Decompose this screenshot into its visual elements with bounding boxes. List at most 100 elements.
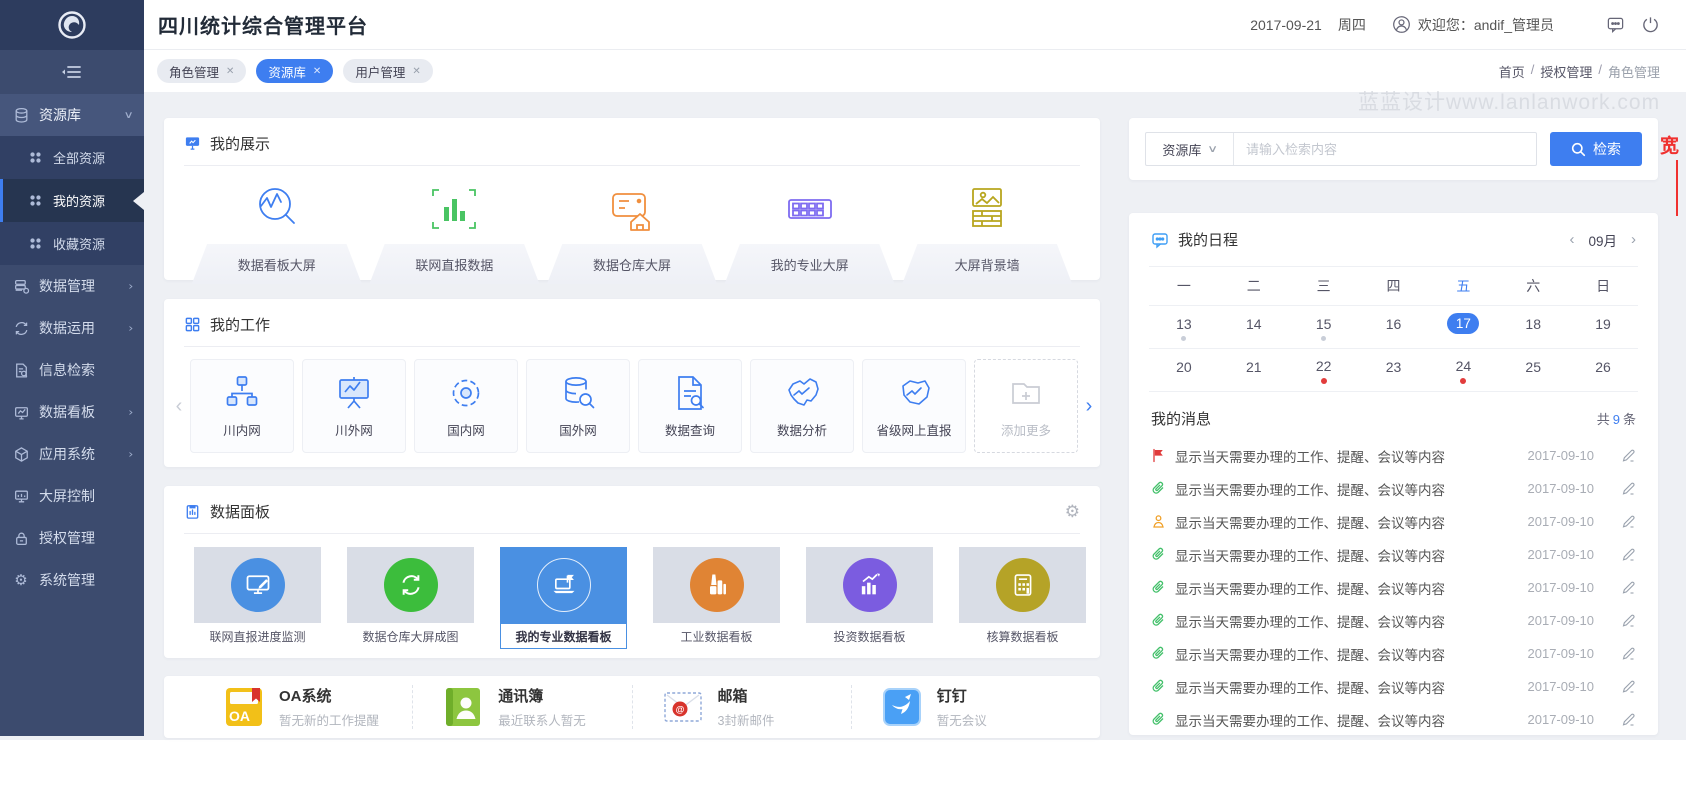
work-item-sichuan-extranet[interactable]: 川外网 bbox=[302, 359, 406, 453]
user-menu[interactable]: 欢迎您：andif_管理员 bbox=[1392, 15, 1554, 35]
prev-month-button[interactable]: ‹ bbox=[1569, 231, 1574, 248]
display-item-screen-background-wall[interactable]: 大屏背景墙 bbox=[898, 180, 1076, 284]
sidebar-item-favorite-resources[interactable]: 收藏资源 bbox=[0, 222, 144, 265]
edit-icon[interactable] bbox=[1621, 712, 1636, 727]
panel-item-industrial-dashboard[interactable]: 工业数据看板 bbox=[653, 547, 780, 649]
edit-icon[interactable] bbox=[1621, 580, 1636, 595]
sidebar-item-application-system[interactable]: 应用系统 › bbox=[0, 433, 144, 475]
panel-item-investment-dashboard[interactable]: 投资数据看板 bbox=[806, 547, 933, 649]
scroll-right-button[interactable]: › bbox=[1082, 395, 1096, 418]
logout-button[interactable] bbox=[1641, 15, 1660, 34]
close-icon[interactable]: ✕ bbox=[226, 66, 234, 77]
sidebar-collapse-button[interactable] bbox=[0, 50, 144, 94]
work-item-data-analysis[interactable]: 数据分析 bbox=[750, 359, 854, 453]
panel-item-accounting-dashboard[interactable]: 核算数据看板 bbox=[959, 547, 1086, 649]
shortcut-dingtalk[interactable]: 钉钉 暂无会议 bbox=[851, 685, 1070, 729]
panel-item-warehouse-screen-mapping[interactable]: 数据仓库大屏成图 bbox=[347, 547, 474, 649]
sidebar-item-my-resources[interactable]: 我的资源 bbox=[0, 179, 144, 222]
shortcuts-card: OA OA系统 暂无新的工作提醒 通讯簿 最近联系人暂无 @ bbox=[164, 676, 1100, 738]
message-item: 显示当天需要办理的工作、提醒、会议等内容 2017-09-10 bbox=[1151, 571, 1636, 604]
china-map-icon bbox=[782, 373, 822, 413]
edit-icon[interactable] bbox=[1621, 448, 1636, 463]
next-month-button[interactable]: › bbox=[1631, 231, 1636, 248]
width-annotation: 宽 bbox=[1660, 131, 1679, 158]
paperclip-icon bbox=[1151, 481, 1166, 496]
org-chart-icon bbox=[222, 373, 262, 413]
calendar-day[interactable]: 16 bbox=[1359, 310, 1429, 344]
database-gear-icon bbox=[12, 277, 30, 295]
edit-icon[interactable] bbox=[1621, 514, 1636, 529]
section-title: 我的日程 bbox=[1178, 229, 1238, 250]
paperclip-icon bbox=[1151, 580, 1166, 595]
paperclip-icon bbox=[1151, 712, 1166, 727]
logo[interactable] bbox=[0, 0, 144, 50]
work-item-data-query[interactable]: 数据查询 bbox=[638, 359, 742, 453]
tab-role-management[interactable]: 角色管理 ✕ bbox=[157, 59, 246, 83]
calendar-day[interactable]: 20 bbox=[1149, 353, 1219, 387]
work-item-add-more[interactable]: 添加更多 bbox=[974, 359, 1078, 453]
panel-item-online-report-monitor[interactable]: 联网直报进度监测 bbox=[194, 547, 321, 649]
calendar-day[interactable]: 25 bbox=[1498, 353, 1568, 387]
breadcrumb-home[interactable]: 首页 bbox=[1499, 62, 1525, 81]
edit-icon[interactable] bbox=[1621, 646, 1636, 661]
search-input[interactable] bbox=[1234, 133, 1536, 165]
display-item-online-report-data[interactable]: 联网直报数据 bbox=[366, 180, 544, 284]
calendar-day[interactable]: 13 bbox=[1149, 310, 1219, 344]
display-item-dashboard-screen[interactable]: 数据看板大屏 bbox=[188, 180, 366, 284]
work-item-domestic-network[interactable]: 国内网 bbox=[414, 359, 518, 453]
sidebar-item-info-retrieval[interactable]: 信息检索 bbox=[0, 349, 144, 391]
calendar-day[interactable]: 14 bbox=[1219, 310, 1289, 344]
calendar-day[interactable]: 23 bbox=[1359, 353, 1429, 387]
edit-icon[interactable] bbox=[1621, 547, 1636, 562]
paperclip-icon bbox=[1151, 547, 1166, 562]
sidebar-item-data-management[interactable]: 数据管理 › bbox=[0, 265, 144, 307]
work-item-provincial-online-report[interactable]: 省级网上直报 bbox=[862, 359, 966, 453]
search-category-select[interactable]: 资源库 ∨ bbox=[1146, 133, 1234, 165]
breadcrumb-authorization[interactable]: 授权管理 bbox=[1540, 62, 1592, 81]
calendar-day[interactable]: 22 bbox=[1289, 353, 1359, 387]
display-item-data-warehouse-screen[interactable]: 数据仓库大屏 bbox=[543, 180, 721, 284]
shortcut-oa-system[interactable]: OA OA系统 暂无新的工作提醒 bbox=[194, 685, 412, 729]
edit-icon[interactable] bbox=[1621, 481, 1636, 496]
calendar-day[interactable]: 21 bbox=[1219, 353, 1289, 387]
messages-count: 共9条 bbox=[1597, 409, 1636, 428]
sidebar-item-all-resources[interactable]: 全部资源 bbox=[0, 136, 144, 179]
person-icon bbox=[1151, 514, 1166, 529]
edit-icon[interactable] bbox=[1621, 679, 1636, 694]
calendar-day[interactable]: 24 bbox=[1428, 353, 1498, 387]
calendar-day[interactable]: 26 bbox=[1568, 353, 1638, 387]
tab-resource-library[interactable]: 资源库 ✕ bbox=[256, 59, 333, 83]
work-item-sichuan-intranet[interactable]: 川内网 bbox=[190, 359, 294, 453]
sidebar-item-data-dashboard[interactable]: 数据看板 › bbox=[0, 391, 144, 433]
scroll-left-button[interactable]: ‹ bbox=[172, 395, 186, 418]
tab-user-management[interactable]: 用户管理 ✕ bbox=[343, 59, 432, 83]
calendar-day[interactable]: 15 bbox=[1289, 310, 1359, 344]
sidebar-item-resource-library[interactable]: 资源库 ∨ bbox=[0, 94, 144, 136]
work-item-foreign-network[interactable]: 国外网 bbox=[526, 359, 630, 453]
sidebar-item-authorization[interactable]: 授权管理 bbox=[0, 517, 144, 559]
close-icon[interactable]: ✕ bbox=[412, 66, 420, 77]
message-item: 显示当天需要办理的工作、提醒、会议等内容 2017-09-10 bbox=[1151, 505, 1636, 538]
message-item: 显示当天需要办理的工作、提醒、会议等内容 2017-09-10 bbox=[1151, 703, 1636, 736]
calendar-day[interactable]: 19 bbox=[1568, 310, 1638, 344]
database-search-icon bbox=[558, 373, 598, 413]
bar-chart-brackets-icon bbox=[425, 180, 483, 238]
month-label: 09月 bbox=[1588, 230, 1617, 250]
edit-icon[interactable] bbox=[1621, 613, 1636, 628]
shortcut-address-book[interactable]: 通讯簿 最近联系人暂无 bbox=[412, 685, 631, 729]
panel-settings-button[interactable]: ⚙ bbox=[1065, 502, 1080, 522]
messages-button[interactable] bbox=[1606, 15, 1625, 34]
mail-icon: @ bbox=[661, 685, 705, 729]
calendar-day-selected[interactable]: 17 bbox=[1428, 310, 1498, 344]
close-icon[interactable]: ✕ bbox=[313, 66, 321, 77]
sidebar-item-screen-control[interactable]: 大屏控制 bbox=[0, 475, 144, 517]
search-button[interactable]: 检索 bbox=[1550, 132, 1642, 166]
sidebar-item-system-management[interactable]: ⚙ 系统管理 bbox=[0, 559, 144, 601]
calendar-day[interactable]: 18 bbox=[1498, 310, 1568, 344]
sidebar-item-data-usage[interactable]: 数据运用 › bbox=[0, 307, 144, 349]
laptop-flag-icon bbox=[550, 571, 578, 599]
svg-text:@: @ bbox=[675, 705, 684, 715]
shortcut-mailbox[interactable]: @ 邮箱 3封新邮件 bbox=[632, 685, 851, 729]
display-item-my-professional-screen[interactable]: 我的专业大屏 bbox=[721, 180, 899, 284]
panel-item-my-professional-dashboard[interactable]: 我的专业数据看板 bbox=[500, 547, 627, 649]
